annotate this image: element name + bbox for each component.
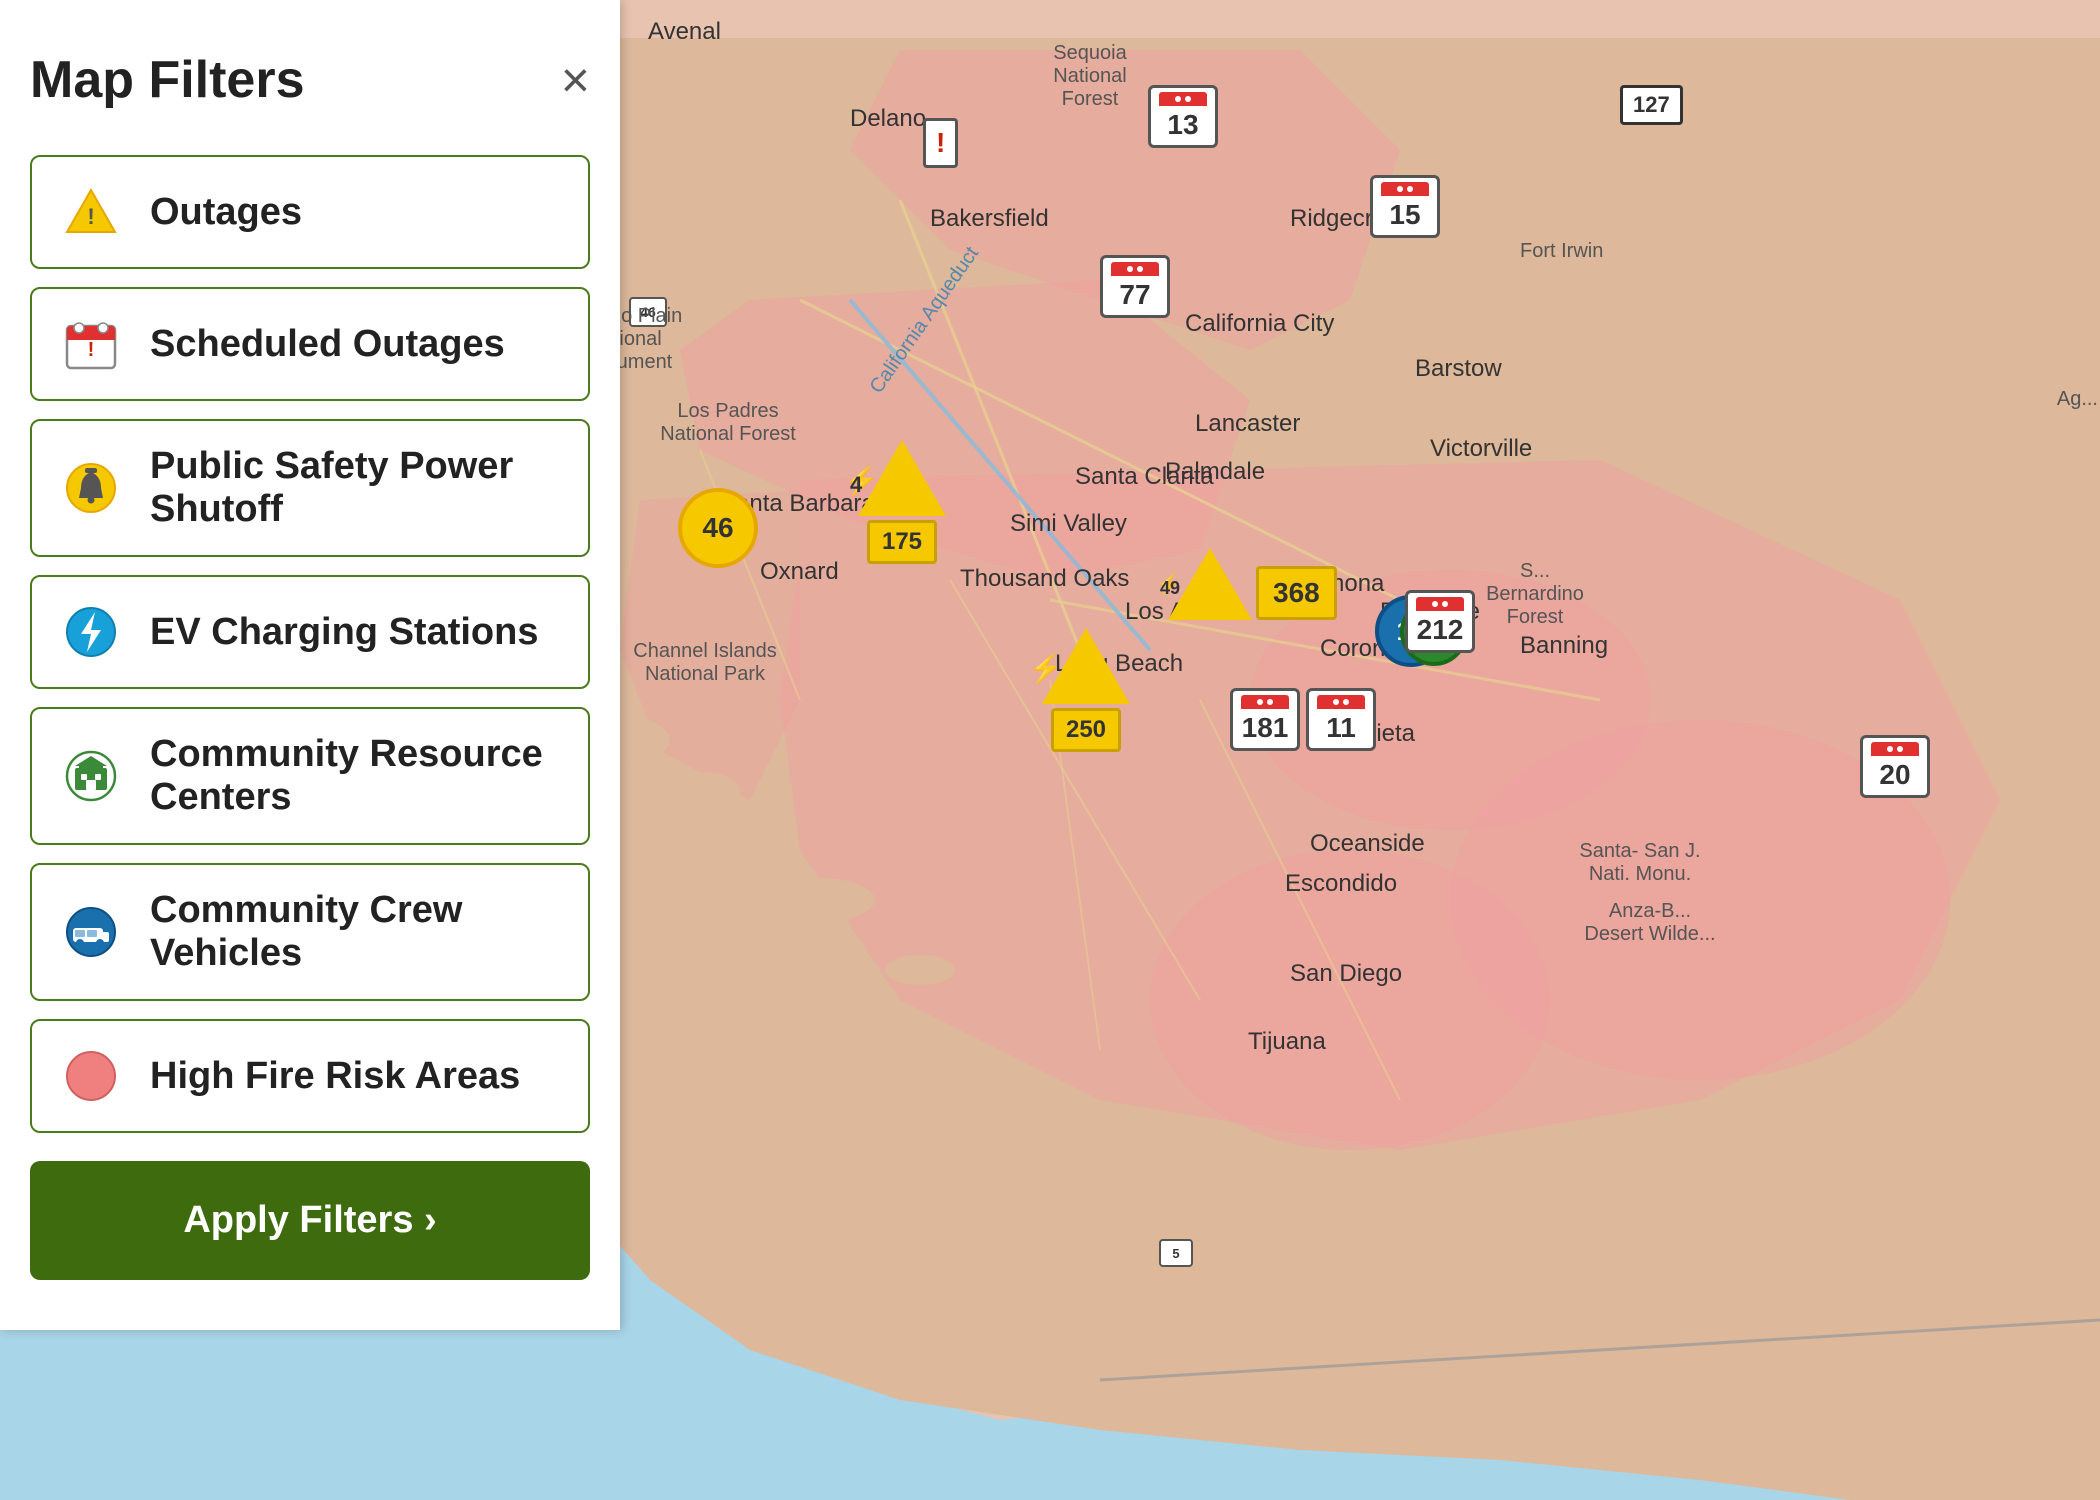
filter-label-fire: High Fire Risk Areas xyxy=(150,1055,520,1098)
fire-risk-icon xyxy=(60,1045,122,1107)
filter-label-scheduled: Scheduled Outages xyxy=(150,323,505,366)
lightning-icon xyxy=(60,601,122,663)
calendar-marker-20: 20 xyxy=(1860,735,1930,798)
bell-icon xyxy=(60,457,122,519)
route-sign-127: 127 xyxy=(1620,85,1683,125)
building-icon xyxy=(60,745,122,807)
cluster-4-175: ⚡ 4 175 xyxy=(858,440,946,564)
van-icon xyxy=(60,901,122,963)
svg-text:5: 5 xyxy=(1172,1246,1179,1261)
svg-text:!: ! xyxy=(88,339,95,361)
filter-item-scheduled[interactable]: ! Scheduled Outages xyxy=(30,287,590,401)
sidebar-title: Map Filters xyxy=(30,50,305,110)
calendar-icon: ! xyxy=(60,313,122,375)
close-button[interactable]: × xyxy=(561,55,590,105)
calendar-marker-181-11: 181 11 xyxy=(1230,688,1376,751)
svg-text:!: ! xyxy=(87,204,94,229)
filter-label-vehicles: Community Crew Vehicles xyxy=(150,889,560,975)
filter-item-centers[interactable]: Community Resource Centers xyxy=(30,707,590,845)
filter-label-outages: Outages xyxy=(150,191,302,234)
cluster-250: ⚡ 250 xyxy=(1042,628,1130,752)
calendar-marker-15: 15 xyxy=(1370,175,1440,238)
cluster-46: 46 xyxy=(678,488,758,568)
filter-label-ev: EV Charging Stations xyxy=(150,611,538,654)
filter-item-psps[interactable]: Public Safety Power Shutoff xyxy=(30,419,590,557)
filter-item-outages[interactable]: ! Outages xyxy=(30,155,590,269)
filter-item-vehicles[interactable]: Community Crew Vehicles xyxy=(30,863,590,1001)
sidebar-panel: Map Filters × ! Outages ! Scheduled Outa… xyxy=(0,0,620,1330)
svg-text:46: 46 xyxy=(640,304,656,320)
filter-label-centers: Community Resource Centers xyxy=(150,733,560,819)
warning-icon: ! xyxy=(60,181,122,243)
calendar-marker-77: 77 xyxy=(1100,255,1170,318)
filter-item-fire[interactable]: High Fire Risk Areas xyxy=(30,1019,590,1133)
apply-filters-button[interactable]: Apply Filters › xyxy=(30,1161,590,1280)
filter-label-psps: Public Safety Power Shutoff xyxy=(150,445,560,531)
filter-item-ev[interactable]: EV Charging Stations xyxy=(30,575,590,689)
exclamation-marker: ! xyxy=(923,118,958,168)
calendar-marker-212: 212 xyxy=(1405,590,1475,653)
cluster-368-49: ⚡ 49 368 xyxy=(1168,548,1337,620)
sidebar-header: Map Filters × xyxy=(30,50,590,110)
calendar-marker-13: 13 xyxy=(1148,85,1218,148)
